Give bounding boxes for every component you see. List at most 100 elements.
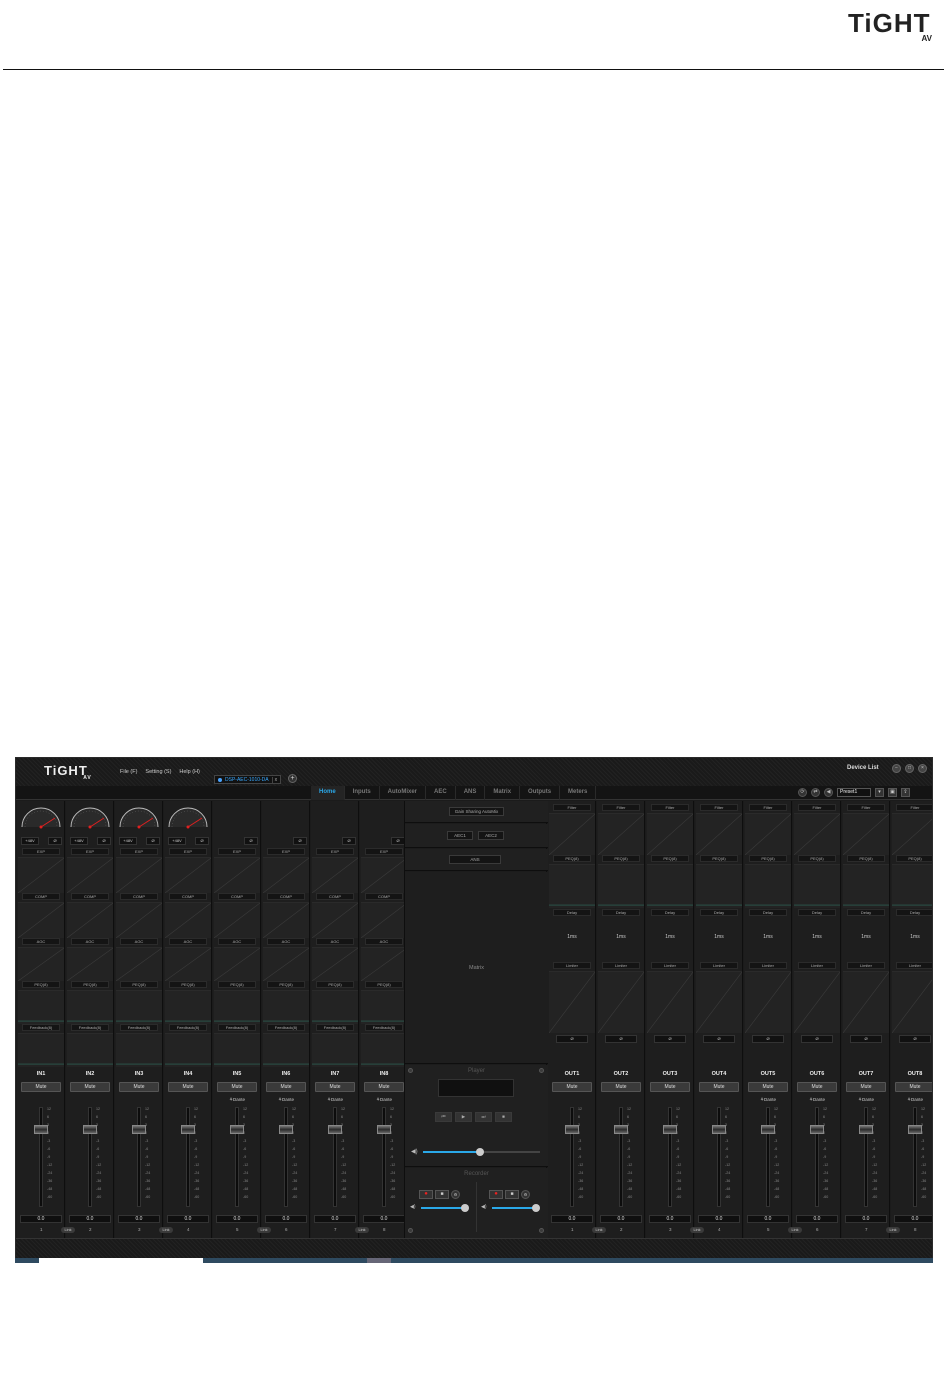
comp-label[interactable]: COMP: [365, 893, 403, 900]
peq-label[interactable]: PEQ(8): [169, 981, 207, 988]
peq-graph[interactable]: [116, 990, 162, 1024]
tab-outputs[interactable]: Outputs: [520, 786, 561, 800]
limiter-label[interactable]: Limiter: [896, 962, 932, 969]
exp-label[interactable]: EXP: [71, 848, 109, 855]
peq-graph[interactable]: [263, 990, 309, 1024]
agc-graph[interactable]: [214, 947, 260, 981]
recorder-volume-slider-1[interactable]: [421, 1204, 469, 1212]
phase-invert-button[interactable]: Ø: [97, 837, 111, 845]
link-button[interactable]: Link: [690, 1227, 704, 1233]
gain-value[interactable]: 0.0: [265, 1215, 307, 1223]
record-icon[interactable]: ●: [419, 1190, 433, 1199]
fader-track[interactable]: [864, 1107, 868, 1207]
mute-button[interactable]: Mute: [601, 1082, 641, 1092]
phase-invert-button[interactable]: Ø: [391, 837, 405, 845]
peq-graph[interactable]: [843, 864, 889, 908]
stop-icon[interactable]: ■: [495, 1112, 512, 1122]
agc-label[interactable]: AGC: [316, 938, 354, 945]
comp-label[interactable]: COMP: [218, 893, 256, 900]
matrix-box[interactable]: Matrix: [405, 872, 548, 1064]
delay-label[interactable]: Delay: [896, 909, 932, 916]
filter-graph[interactable]: [647, 813, 693, 855]
comp-graph[interactable]: [67, 902, 113, 938]
filter-label[interactable]: Filter: [651, 804, 689, 811]
device-list-label[interactable]: Device List: [847, 765, 879, 771]
link-button[interactable]: Link: [61, 1227, 75, 1233]
exp-label[interactable]: EXP: [316, 848, 354, 855]
automix-button[interactable]: Gain Sharing AutoMix: [449, 807, 504, 816]
comp-graph[interactable]: [361, 902, 407, 938]
fader-track[interactable]: [668, 1107, 672, 1207]
phantom-power-button[interactable]: +48V: [119, 837, 137, 845]
feedback-graph[interactable]: [361, 1033, 407, 1067]
gain-value[interactable]: 0.0: [796, 1215, 838, 1223]
gain-value[interactable]: 0.0: [314, 1215, 356, 1223]
phase-invert-button[interactable]: Ø: [899, 1035, 931, 1043]
mute-button[interactable]: Mute: [119, 1082, 159, 1092]
fader-track[interactable]: [382, 1107, 386, 1207]
peq-label[interactable]: PEQ(8): [120, 981, 158, 988]
comp-graph[interactable]: [312, 902, 358, 938]
tab-inputs[interactable]: Inputs: [345, 786, 380, 800]
feedback-graph[interactable]: [67, 1033, 113, 1067]
gain-value[interactable]: 0.0: [600, 1215, 642, 1223]
phase-invert-button[interactable]: Ø: [752, 1035, 784, 1043]
agc-graph[interactable]: [67, 947, 113, 981]
fader-handle[interactable]: [908, 1125, 922, 1134]
limiter-label[interactable]: Limiter: [553, 962, 591, 969]
close-button[interactable]: ×: [918, 764, 927, 773]
delay-label[interactable]: Delay: [847, 909, 885, 916]
fader-handle[interactable]: [377, 1125, 391, 1134]
mute-button[interactable]: Mute: [552, 1082, 592, 1092]
fader-track[interactable]: [137, 1107, 141, 1207]
peq-label[interactable]: PEQ(8): [365, 981, 403, 988]
aec2-button[interactable]: AEC2: [478, 831, 504, 840]
fader-track[interactable]: [619, 1107, 623, 1207]
recorder-volume-handle[interactable]: [532, 1204, 540, 1212]
exp-label[interactable]: EXP: [169, 848, 207, 855]
mute-button[interactable]: Mute: [217, 1082, 257, 1092]
phantom-power-button[interactable]: +48V: [70, 837, 88, 845]
feedback-label[interactable]: Feedback(8): [169, 1024, 207, 1031]
menu-setting[interactable]: Setting (S): [145, 769, 171, 775]
gain-value[interactable]: 0.0: [216, 1215, 258, 1223]
filter-label[interactable]: Filter: [553, 804, 591, 811]
feedback-label[interactable]: Feedback(8): [267, 1024, 305, 1031]
filter-graph[interactable]: [843, 813, 889, 855]
fader-handle[interactable]: [712, 1125, 726, 1134]
feedback-graph[interactable]: [18, 1033, 64, 1067]
exp-graph[interactable]: [18, 857, 64, 893]
feedback-graph[interactable]: [165, 1033, 211, 1067]
delay-label[interactable]: Delay: [651, 909, 689, 916]
peq-graph[interactable]: [696, 864, 742, 908]
limiter-label[interactable]: Limiter: [651, 962, 689, 969]
delay-label[interactable]: Delay: [602, 909, 640, 916]
delay-label[interactable]: Delay: [798, 909, 836, 916]
link-button[interactable]: Link: [886, 1227, 900, 1233]
phase-invert-button[interactable]: Ø: [703, 1035, 735, 1043]
gain-value[interactable]: 0.0: [698, 1215, 740, 1223]
phase-invert-button[interactable]: Ø: [654, 1035, 686, 1043]
delay-label[interactable]: Delay: [553, 909, 591, 916]
delay-value[interactable]: 1ms: [695, 934, 743, 940]
phase-invert-button[interactable]: Ø: [293, 837, 307, 845]
peq-graph[interactable]: [549, 864, 595, 908]
record-icon[interactable]: ●: [489, 1190, 503, 1199]
sync-icon[interactable]: ⇄: [811, 788, 820, 797]
feedback-label[interactable]: Feedback(8): [365, 1024, 403, 1031]
gain-value[interactable]: 0.0: [894, 1215, 932, 1223]
link-button[interactable]: Link: [355, 1227, 369, 1233]
stop-icon[interactable]: ■: [505, 1190, 519, 1199]
menu-file[interactable]: File (F): [120, 769, 137, 775]
fader-handle[interactable]: [181, 1125, 195, 1134]
filter-label[interactable]: Filter: [798, 804, 836, 811]
filter-label[interactable]: Filter: [700, 804, 738, 811]
peq-graph[interactable]: [165, 990, 211, 1024]
previous-icon[interactable]: ⏮: [435, 1112, 452, 1122]
tab-meters[interactable]: Meters: [560, 786, 597, 800]
peq-graph[interactable]: [312, 990, 358, 1024]
feedback-graph[interactable]: [214, 1033, 260, 1067]
mute-button[interactable]: Mute: [895, 1082, 932, 1092]
limiter-graph[interactable]: [745, 971, 791, 1033]
phase-invert-button[interactable]: Ø: [342, 837, 356, 845]
